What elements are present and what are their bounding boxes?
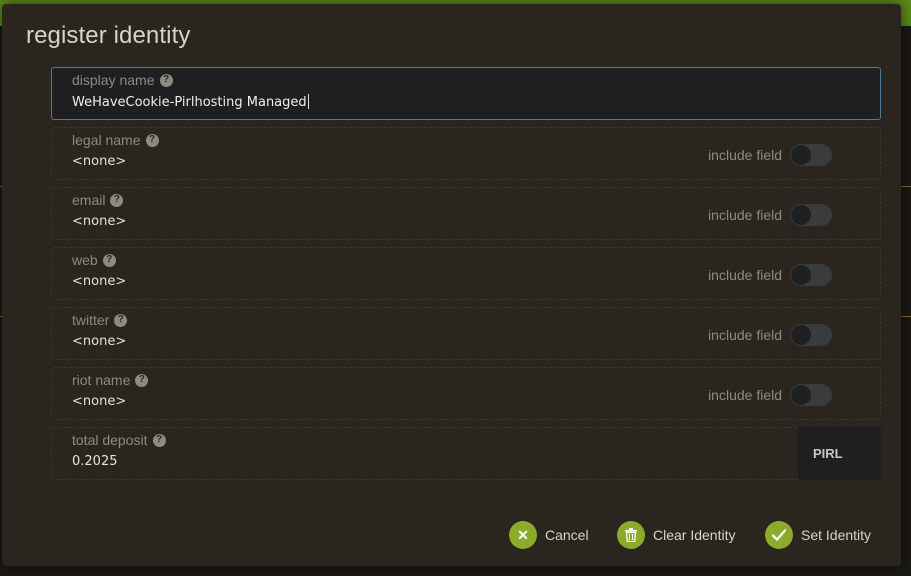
cancel-button-label: Cancel — [545, 527, 589, 543]
help-circle-icon[interactable]: ? — [145, 133, 159, 147]
help-circle-icon[interactable]: ? — [102, 253, 116, 267]
total-deposit-value: 0.2025 — [72, 454, 118, 469]
include-field-label: include field — [708, 267, 782, 283]
include-field-label: include field — [708, 207, 782, 223]
toggle-knob — [791, 145, 811, 165]
modal-title: register identity — [26, 22, 191, 49]
toggle-knob — [791, 265, 811, 285]
deposit-unit: PIRL — [798, 427, 881, 480]
web-field: web ? <none> include field — [51, 247, 881, 300]
twitter-field: twitter ? <none> include field — [51, 307, 881, 360]
close-icon: ✕ — [509, 521, 537, 549]
clear-identity-button[interactable]: Clear Identity — [617, 521, 735, 549]
web-input[interactable]: <none> — [72, 274, 126, 289]
include-web-toggle[interactable] — [790, 264, 832, 286]
email-input[interactable]: <none> — [72, 214, 126, 229]
email-field: email ? <none> include field — [51, 187, 881, 240]
help-circle-icon[interactable]: ? — [135, 373, 149, 387]
toggle-knob — [791, 325, 811, 345]
display-name-input[interactable]: WeHaveCookie-Pirlhosting Managed — [72, 95, 307, 110]
help-circle-icon[interactable]: ? — [159, 73, 173, 87]
help-circle-icon[interactable]: ? — [152, 433, 166, 447]
checkmark-icon — [765, 521, 793, 549]
set-identity-button[interactable]: Set Identity — [765, 521, 871, 549]
legal-name-field: legal name ? <none> include field — [51, 127, 881, 180]
field-label: twitter — [72, 312, 110, 328]
include-email-toggle[interactable] — [790, 204, 832, 226]
field-label: email — [72, 192, 106, 208]
field-label: web — [72, 252, 98, 268]
help-circle-icon[interactable]: ? — [114, 313, 128, 327]
register-identity-modal: register identity display name ? WeHaveC… — [2, 4, 901, 566]
legal-name-input[interactable]: <none> — [72, 154, 126, 169]
clear-identity-button-label: Clear Identity — [653, 527, 736, 543]
toggle-knob — [791, 205, 811, 225]
toggle-knob — [791, 385, 811, 405]
help-circle-icon[interactable]: ? — [110, 193, 124, 207]
twitter-input[interactable]: <none> — [72, 334, 126, 349]
trash-icon — [617, 521, 645, 549]
display-name-field[interactable]: display name ? WeHaveCookie-Pirlhosting … — [51, 67, 881, 120]
include-riot-name-toggle[interactable] — [790, 384, 832, 406]
include-twitter-toggle[interactable] — [790, 324, 832, 346]
text-caret — [307, 94, 309, 109]
field-label: total deposit — [72, 432, 148, 448]
include-legal-name-toggle[interactable] — [790, 144, 832, 166]
field-label: display name — [72, 72, 155, 88]
field-label: riot name — [72, 372, 131, 388]
cancel-button[interactable]: ✕ Cancel — [509, 521, 589, 549]
include-field-label: include field — [708, 147, 782, 163]
field-label: legal name — [72, 132, 141, 148]
riot-name-input[interactable]: <none> — [72, 394, 126, 409]
set-identity-button-label: Set Identity — [801, 527, 872, 543]
total-deposit-field: total deposit ? 0.2025 PIRL — [51, 427, 881, 480]
include-field-label: include field — [708, 327, 782, 343]
include-field-label: include field — [708, 387, 782, 403]
riot-name-field: riot name ? <none> include field — [51, 367, 881, 420]
